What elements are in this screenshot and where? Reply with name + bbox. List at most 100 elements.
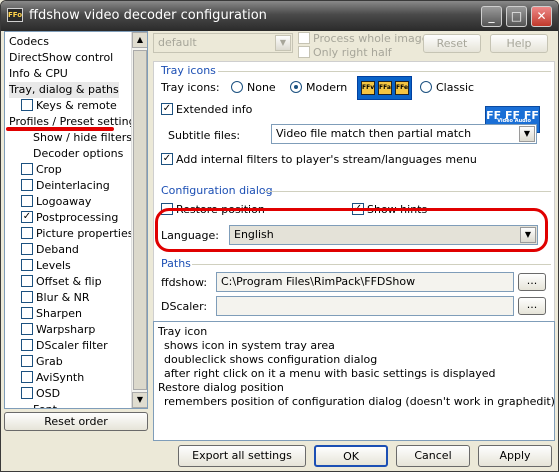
only-right-half-checkbox[interactable]: Only right half xyxy=(298,46,392,59)
checkbox-icon[interactable] xyxy=(21,387,33,399)
ffdshow-path-field[interactable]: C:\Program Files\RimPack\FFDShow xyxy=(216,272,514,292)
dscaler-path-field[interactable] xyxy=(216,296,514,316)
checkbox-icon[interactable] xyxy=(21,227,33,239)
tree-item[interactable]: Deband xyxy=(21,242,79,258)
extended-info-checkbox[interactable]: ✓ Extended info xyxy=(161,103,252,116)
tree-item-label: Levels xyxy=(36,259,71,272)
modern-tray-icons-logo: FFv FFa FFe xyxy=(357,76,412,100)
preset-select[interactable]: default ▼ xyxy=(153,33,293,53)
tree-item[interactable]: Offset & flip xyxy=(21,274,102,290)
tree-item[interactable]: AviSynth xyxy=(21,370,84,386)
reset-order-button[interactable]: Reset order xyxy=(4,412,148,431)
tree-item[interactable]: DirectShow control xyxy=(9,50,113,66)
browse-ffdshow-button[interactable]: ... xyxy=(518,273,546,291)
configuration-dialog-group-title: Configuration dialog xyxy=(161,184,273,197)
tree-item[interactable]: ✓ Postprocessing xyxy=(21,210,118,226)
tray-icons-group-title: Tray icons xyxy=(161,64,216,77)
radio-classic[interactable]: Classic xyxy=(420,81,474,94)
checkbox-icon[interactable] xyxy=(21,259,33,271)
checkbox-icon[interactable] xyxy=(298,32,310,44)
add-internal-filters-label: Add internal filters to player's stream/… xyxy=(176,153,477,166)
tree-item[interactable]: DScaler filter xyxy=(21,338,108,354)
checkbox-icon[interactable] xyxy=(21,195,33,207)
ok-button[interactable]: OK xyxy=(314,445,388,467)
add-internal-filters-checkbox[interactable]: ✓ Add internal filters to player's stream… xyxy=(161,153,477,166)
checkbox-icon[interactable] xyxy=(298,46,310,58)
tree-item[interactable]: Deinterlacing xyxy=(21,178,110,194)
checkbox-icon[interactable] xyxy=(21,99,33,111)
tree-item[interactable]: Blur & NR xyxy=(21,290,90,306)
scroll-up-icon[interactable]: ▲ xyxy=(132,32,147,48)
checkbox-icon[interactable] xyxy=(21,179,33,191)
cancel-button[interactable]: Cancel xyxy=(396,445,470,467)
tree-item[interactable]: OSD xyxy=(21,386,60,402)
checkbox-checked-icon[interactable]: ✓ xyxy=(21,211,33,223)
help-button[interactable]: Help xyxy=(490,34,548,53)
tree-item[interactable]: Decoder options xyxy=(33,146,123,162)
tree-item[interactable]: Crop xyxy=(21,162,62,178)
red-underline-annotation xyxy=(6,127,114,131)
checkbox-checked-icon[interactable]: ✓ xyxy=(161,153,173,165)
close-button[interactable]: ✕ xyxy=(531,6,552,27)
checkbox-icon[interactable] xyxy=(21,291,33,303)
tree-item[interactable]: Warpsharp xyxy=(21,322,95,338)
apply-button[interactable]: Apply xyxy=(478,445,552,467)
radio-icon[interactable] xyxy=(231,81,243,93)
tree-item[interactable]: Codecs xyxy=(9,34,49,50)
radio-modern[interactable]: Modern xyxy=(290,81,347,94)
tree-item-label: Tray, dialog & paths xyxy=(9,83,119,96)
tree-item[interactable]: Tray, dialog & paths xyxy=(9,82,119,98)
tree-item-label: Grab xyxy=(36,355,63,368)
browse-dscaler-button[interactable]: ... xyxy=(518,297,546,315)
export-all-settings-button[interactable]: Export all settings xyxy=(178,445,306,467)
tree-item[interactable]: Keys & remote xyxy=(21,98,117,114)
maximize-button[interactable]: □ xyxy=(506,6,527,27)
tree-item[interactable]: Levels xyxy=(21,258,71,274)
ffv-icon: FFv xyxy=(361,81,375,95)
checkbox-icon[interactable] xyxy=(21,163,33,175)
info-line: Restore dialog position xyxy=(158,381,284,394)
tree-item-label: Keys & remote xyxy=(36,99,117,112)
group-divider xyxy=(192,264,551,265)
tree-item[interactable]: Grab xyxy=(21,354,63,370)
tree-item-label: DirectShow control xyxy=(9,51,114,64)
checkbox-icon[interactable] xyxy=(21,323,33,335)
scroll-thumb[interactable] xyxy=(133,50,147,390)
ffdshow-path-label: ffdshow: xyxy=(161,276,208,289)
chevron-down-icon[interactable]: ▼ xyxy=(519,126,535,142)
client-area: Codecs DirectShow control Info & CPU Tray, … xyxy=(4,31,555,469)
tree-scrollbar[interactable]: ▲ ▼ xyxy=(131,32,147,408)
tray-icons-label: Tray icons: xyxy=(161,81,220,94)
checkbox-icon[interactable] xyxy=(21,339,33,351)
tree-item-label: Blur & NR xyxy=(36,291,90,304)
checkbox-icon[interactable] xyxy=(21,275,33,287)
tree-item-label: Font xyxy=(33,403,57,408)
checkbox-icon[interactable] xyxy=(21,243,33,255)
checkbox-icon[interactable] xyxy=(21,371,33,383)
minimize-button[interactable]: _ xyxy=(481,6,502,27)
process-whole-image-label: Process whole image xyxy=(313,32,429,45)
radio-selected-icon[interactable] xyxy=(290,81,302,93)
title-bar[interactable]: FFo ffdshow video decoder configuration … xyxy=(1,1,558,31)
subtitle-files-select[interactable]: Video file match then partial match ▼ xyxy=(271,124,537,144)
tree-item[interactable]: Show / hide filters xyxy=(33,130,132,146)
tree-item-label: Deinterlacing xyxy=(36,179,110,192)
chevron-down-icon[interactable]: ▼ xyxy=(275,35,291,51)
tree-item-label: Crop xyxy=(36,163,62,176)
tree-item[interactable]: Logoaway xyxy=(21,194,91,210)
radio-none[interactable]: None xyxy=(231,81,276,94)
radio-classic-label: Classic xyxy=(436,81,475,94)
scroll-down-icon[interactable]: ▼ xyxy=(132,392,147,408)
process-whole-image-checkbox[interactable]: Process whole image xyxy=(298,32,429,45)
checkbox-icon[interactable] xyxy=(21,307,33,319)
info-line: after right click on it a menu with basi… xyxy=(164,367,496,380)
reset-button[interactable]: Reset xyxy=(423,34,481,53)
tree-item[interactable]: Sharpen xyxy=(21,306,82,322)
tree-item[interactable]: Info & CPU xyxy=(9,66,68,82)
checkbox-checked-icon[interactable]: ✓ xyxy=(161,103,173,115)
radio-icon[interactable] xyxy=(420,81,432,93)
tree-item[interactable]: Font xyxy=(33,402,57,408)
tree-item-label: Logoaway xyxy=(36,195,92,208)
checkbox-icon[interactable] xyxy=(21,355,33,367)
tree-item[interactable]: Picture properties xyxy=(21,226,133,242)
